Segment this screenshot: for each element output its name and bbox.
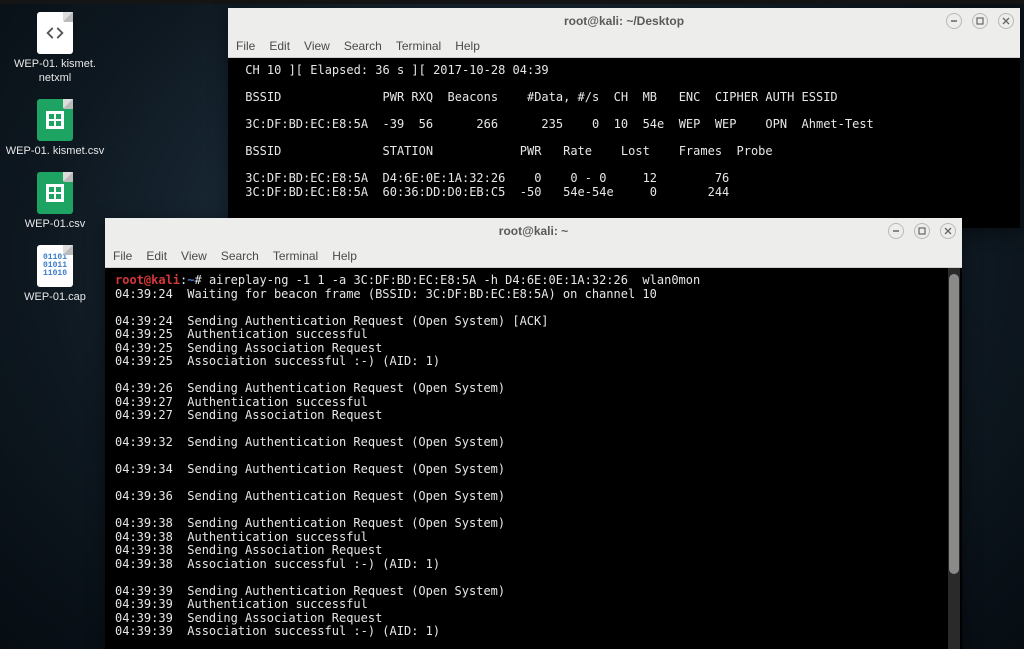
desktop-file-label: WEP-01. kismet.csv <box>6 144 104 158</box>
prompt-hash: # <box>195 273 209 287</box>
desktop-file-label: WEP-01. kismet. netxml <box>5 57 105 85</box>
menu-search[interactable]: Search <box>344 39 382 53</box>
desktop-file-csv[interactable]: WEP-01. kismet.csv <box>5 99 105 158</box>
minimize-button[interactable] <box>946 13 962 29</box>
desktop-file-csv[interactable]: WEP-01.csv <box>5 172 105 231</box>
maximize-button[interactable] <box>914 223 930 239</box>
menu-view[interactable]: View <box>181 249 207 263</box>
window-controls <box>946 8 1014 34</box>
window-title: root@kali: ~/Desktop <box>564 14 684 28</box>
menu-view[interactable]: View <box>304 39 330 53</box>
csv-file-icon <box>37 99 73 141</box>
menu-help[interactable]: Help <box>332 249 357 263</box>
terminal-output[interactable]: CH 10 ][ Elapsed: 36 s ][ 2017-10-28 04:… <box>228 58 1020 228</box>
close-button[interactable] <box>940 223 956 239</box>
terminal-window-back[interactable]: root@kali: ~/Desktop File Edit View Sear… <box>228 8 1020 228</box>
menu-help[interactable]: Help <box>455 39 480 53</box>
menu-search[interactable]: Search <box>221 249 259 263</box>
xml-file-icon <box>37 12 73 54</box>
scrollbar-thumb[interactable] <box>949 274 959 574</box>
menubar: File Edit View Search Terminal Help <box>228 34 1020 58</box>
menu-terminal[interactable]: Terminal <box>396 39 441 53</box>
prompt-path: ~ <box>187 273 194 287</box>
desktop-file-label: WEP-01.cap <box>24 290 86 304</box>
menu-edit[interactable]: Edit <box>269 39 290 53</box>
desktop-file-xml[interactable]: WEP-01. kismet. netxml <box>5 12 105 85</box>
minimize-button[interactable] <box>888 223 904 239</box>
prompt-user: root@kali <box>115 273 180 287</box>
terminal-window-front[interactable]: root@kali: ~ File Edit View Search Termi… <box>105 218 962 649</box>
menu-terminal[interactable]: Terminal <box>273 249 318 263</box>
menu-file[interactable]: File <box>236 39 255 53</box>
scrollbar[interactable] <box>948 268 960 649</box>
cap-file-icon: 011010101111010 <box>37 245 73 287</box>
window-title: root@kali: ~ <box>499 224 568 238</box>
close-button[interactable] <box>998 13 1014 29</box>
desktop-icons: WEP-01. kismet. netxml WEP-01. kismet.cs… <box>0 0 110 318</box>
menu-edit[interactable]: Edit <box>146 249 167 263</box>
desktop-file-label: WEP-01.csv <box>25 217 86 231</box>
titlebar[interactable]: root@kali: ~ <box>105 218 962 244</box>
menu-file[interactable]: File <box>113 249 132 263</box>
window-controls <box>888 218 956 244</box>
titlebar[interactable]: root@kali: ~/Desktop <box>228 8 1020 34</box>
maximize-button[interactable] <box>972 13 988 29</box>
top-panel <box>0 0 1024 4</box>
menubar: File Edit View Search Terminal Help <box>105 244 962 268</box>
desktop-file-cap[interactable]: 011010101111010 WEP-01.cap <box>5 245 105 304</box>
csv-file-icon <box>37 172 73 214</box>
command-text: aireplay-ng -1 1 -a 3C:DF:BD:EC:E8:5A -h… <box>209 273 700 287</box>
terminal-output[interactable]: root@kali:~# aireplay-ng -1 1 -a 3C:DF:B… <box>105 268 962 649</box>
